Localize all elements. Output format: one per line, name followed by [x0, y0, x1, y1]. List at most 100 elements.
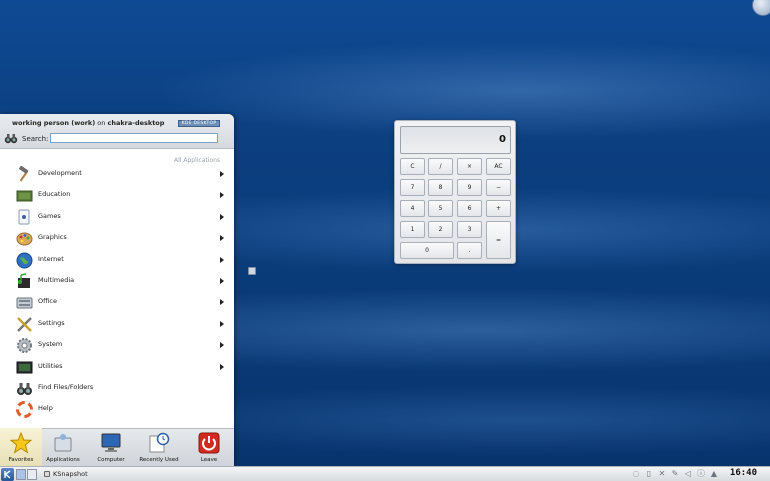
submenu-arrow-icon — [220, 235, 224, 242]
binoculars-icon — [17, 382, 32, 395]
palette-icon — [16, 232, 33, 246]
device-notifier-icon[interactable]: ✕ — [658, 469, 666, 479]
submenu-arrow-icon — [220, 213, 224, 220]
hammer-icon — [18, 166, 29, 182]
binoculars-icon — [4, 134, 18, 144]
globe-icon — [16, 252, 33, 269]
category-games[interactable]: Games — [0, 207, 234, 228]
category-label: System — [38, 340, 63, 349]
submenu-arrow-icon — [220, 320, 224, 327]
menu-header: working person (work) on chakra-desktop … — [0, 114, 234, 149]
host-name: chakra-desktop — [107, 119, 165, 127]
category-settings[interactable]: Settings — [0, 314, 234, 335]
clock-icon — [149, 432, 170, 453]
item-label: Find Files/Folders — [38, 382, 94, 391]
calc-button-decimal[interactable]: . — [457, 242, 482, 259]
user-name: working person (work) — [12, 119, 96, 127]
search-input[interactable] — [50, 133, 218, 143]
category-graphics[interactable]: Graphics — [0, 228, 234, 249]
calc-button-plus[interactable]: + — [486, 200, 511, 217]
calc-button-0[interactable]: 0 — [400, 242, 454, 259]
kde-logo-icon — [4, 470, 11, 479]
category-label: Development — [38, 169, 82, 177]
calc-button-all-clear[interactable]: AC — [486, 158, 511, 175]
taskbar-task-ksnapshot[interactable]: KSnapshot — [40, 468, 160, 481]
calc-button-multiply[interactable]: × — [457, 158, 482, 175]
star-icon — [10, 432, 32, 454]
settings-icon — [17, 316, 32, 332]
help-item[interactable]: Help — [0, 399, 234, 420]
kde-logo: KDE DESKTOP — [178, 120, 220, 127]
category-label: Games — [38, 211, 61, 220]
user-on: on — [97, 119, 106, 127]
search-label: Search: — [22, 135, 49, 143]
clipboard-icon[interactable]: ▯ — [645, 469, 653, 479]
category-office[interactable]: Office — [0, 292, 234, 313]
notifications-icon[interactable]: ⓘ — [697, 469, 705, 479]
computer-icon — [101, 433, 121, 452]
taskbar-panel: KSnapshot ◌ ▯ ✕ ✎ ◁ ⓘ ▲ 16:40 — [0, 466, 770, 481]
category-education[interactable]: Education — [0, 185, 234, 206]
desktop-file-icon[interactable] — [248, 267, 256, 275]
category-label: Office — [38, 297, 57, 306]
calc-button-6[interactable]: 6 — [457, 200, 482, 217]
updates-icon[interactable]: ✎ — [671, 469, 679, 479]
multimedia-icon — [18, 273, 30, 288]
expand-tray-icon[interactable]: ▲ — [710, 469, 718, 479]
category-multimedia[interactable]: Multimedia — [0, 271, 234, 292]
pager-desktop-1[interactable] — [16, 469, 26, 480]
education-icon — [16, 190, 33, 202]
volume-icon[interactable]: ◁ — [684, 469, 692, 479]
calc-button-5[interactable]: 5 — [428, 200, 453, 217]
calc-button-3[interactable]: 3 — [457, 221, 482, 238]
calc-button-clear[interactable]: C — [400, 158, 425, 175]
tab-favorites[interactable]: Favorites — [0, 428, 42, 466]
help-icon — [16, 401, 33, 419]
submenu-arrow-icon — [220, 363, 224, 370]
item-label: Help — [38, 404, 53, 413]
pager-desktop-2[interactable] — [27, 469, 37, 480]
calculator-display-value: 0 — [499, 134, 506, 145]
office-icon — [16, 297, 33, 309]
calculator-widget: 0 C / × AC 7 8 9 − 4 5 6 + 1 2 3 = 0 . — [394, 120, 516, 264]
tab-leave[interactable]: Leave — [188, 428, 230, 466]
category-internet[interactable]: Internet — [0, 250, 234, 271]
submenu-arrow-icon — [220, 256, 224, 263]
network-icon[interactable]: ◌ — [632, 469, 640, 479]
tab-recently-used[interactable]: Recently Used — [138, 428, 180, 466]
cashew-icon[interactable] — [752, 0, 770, 16]
submenu-arrow-icon — [220, 299, 224, 306]
submenu-arrow-icon — [220, 342, 224, 349]
kde-menu-button[interactable] — [1, 468, 14, 481]
calc-button-2[interactable]: 2 — [428, 221, 453, 238]
tab-label: Applications — [46, 457, 80, 463]
calc-button-minus[interactable]: − — [486, 179, 511, 196]
category-system[interactable]: System — [0, 335, 234, 356]
calc-button-7[interactable]: 7 — [400, 179, 425, 196]
find-files-folders-item[interactable]: Find Files/Folders — [0, 378, 234, 399]
category-development[interactable]: Development — [0, 164, 234, 185]
breadcrumb[interactable]: All Applications — [174, 157, 220, 164]
utilities-icon — [16, 361, 33, 374]
calc-button-divide[interactable]: / — [428, 158, 453, 175]
tab-computer[interactable]: Computer — [90, 428, 132, 466]
calc-button-1[interactable]: 1 — [400, 221, 425, 238]
tab-label: Computer — [97, 457, 125, 463]
clock[interactable]: 16:40 — [730, 468, 757, 478]
category-label: Utilities — [38, 361, 63, 370]
category-utilities[interactable]: Utilities — [0, 357, 234, 378]
application-category-list: Development Education Games Graphics Int… — [0, 164, 234, 421]
calculator-display: 0 — [400, 126, 511, 154]
tab-applications[interactable]: Applications — [42, 428, 84, 466]
calc-button-9[interactable]: 9 — [457, 179, 482, 196]
menu-tab-bar: Favorites Applications Computer Recently… — [0, 428, 234, 466]
category-label: Graphics — [38, 233, 67, 242]
tab-label: Favorites — [8, 457, 34, 463]
category-label: Internet — [38, 254, 64, 263]
submenu-arrow-icon — [220, 192, 224, 199]
task-label: KSnapshot — [53, 470, 88, 478]
calc-button-4[interactable]: 4 — [400, 200, 425, 217]
calc-button-equals[interactable]: = — [486, 221, 511, 259]
calc-button-8[interactable]: 8 — [428, 179, 453, 196]
category-label: Education — [38, 190, 71, 199]
